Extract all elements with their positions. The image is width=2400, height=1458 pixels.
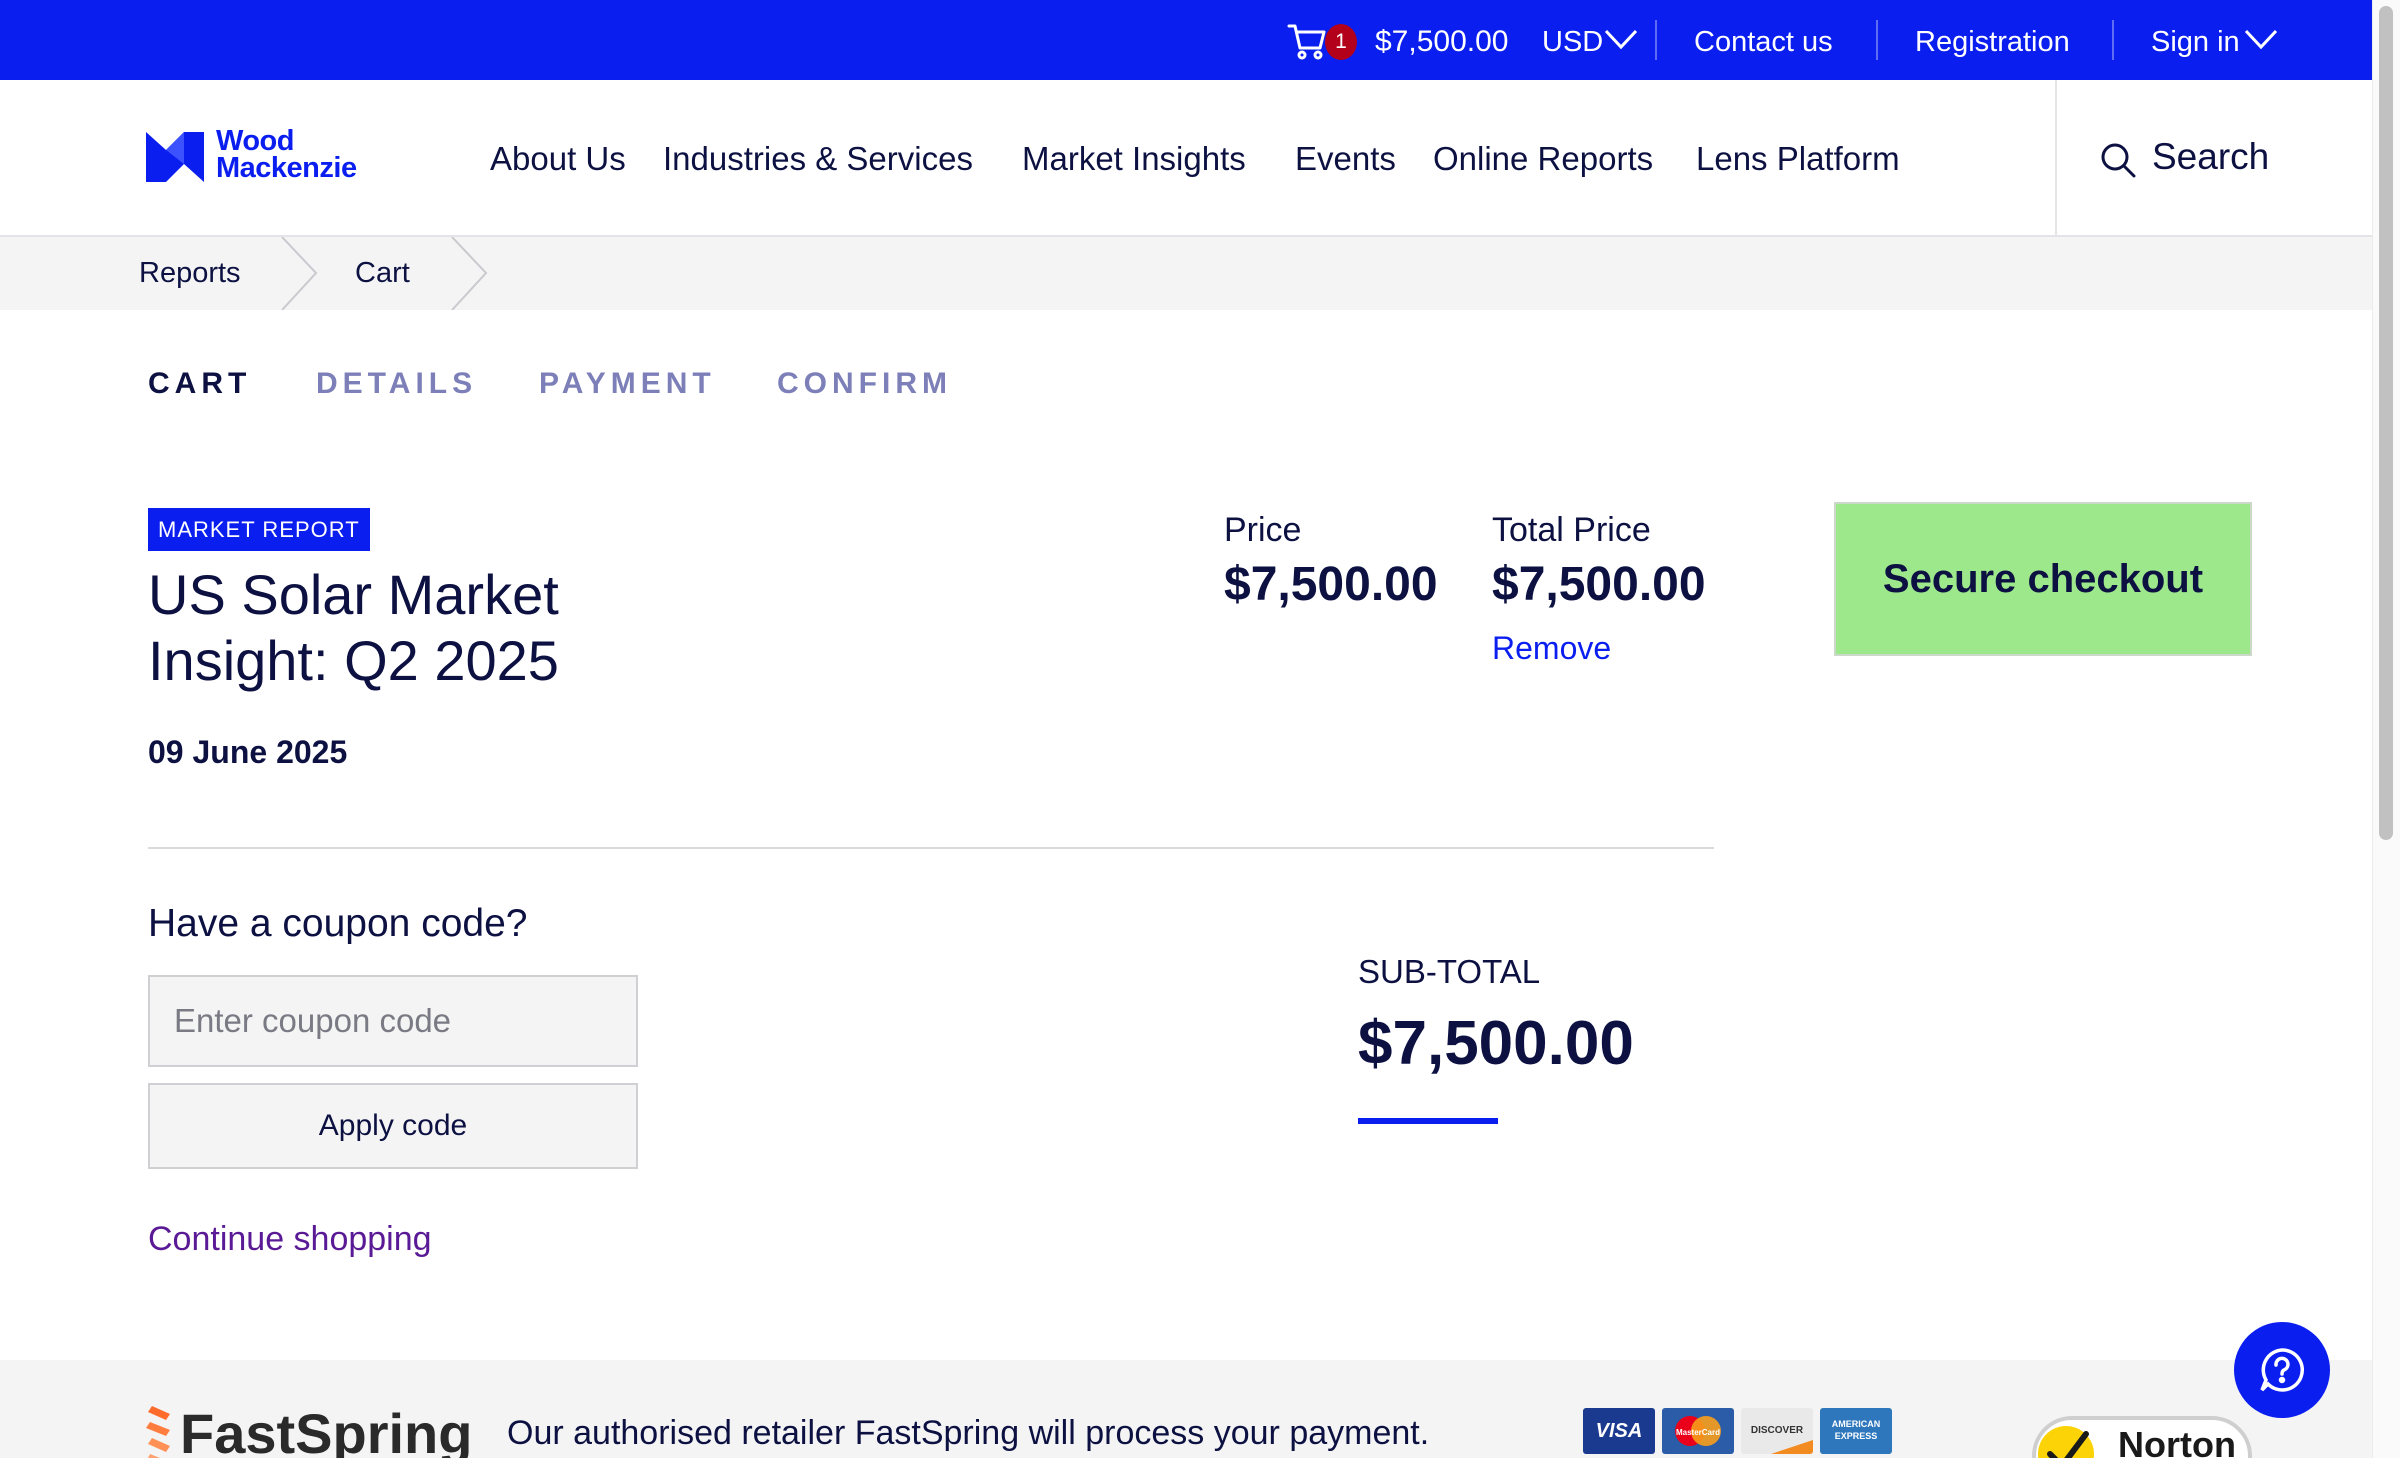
nav-market-insights[interactable]: Market Insights (1022, 138, 1246, 180)
wood-mackenzie-logo[interactable]: Wood Mackenzie (146, 125, 376, 190)
amex-card-icon: AMERICAN EXPRESS (1820, 1408, 1892, 1454)
price-label: Price (1224, 511, 1302, 549)
breadcrumb-reports[interactable]: Reports (139, 255, 241, 291)
search-label: Search (2152, 136, 2270, 177)
divider (2112, 20, 2114, 60)
norton-security-badge: Norton (2032, 1408, 2252, 1458)
help-chat-icon (2260, 1348, 2305, 1392)
secure-checkout-button[interactable]: Secure checkout (1834, 502, 2252, 656)
breadcrumb: Reports Cart (0, 237, 2372, 310)
chevron-right-icon (281, 237, 318, 310)
price-value: $7,500.00 (1224, 558, 1438, 611)
chevron-down-icon[interactable] (2244, 28, 2278, 50)
subtotal-label: SUB-TOTAL (1358, 953, 1541, 990)
breadcrumb-cart: Cart (355, 257, 410, 289)
product-title[interactable]: US Solar Market Insight: Q2 2025 (148, 562, 708, 694)
main-header: Wood Mackenzie About Us Industries & Serv… (0, 80, 2372, 237)
apply-code-button[interactable]: Apply code (148, 1083, 638, 1169)
subtotal-underline (1358, 1118, 1498, 1124)
norton-wordmark: Norton (2118, 1424, 2236, 1458)
nav-events[interactable]: Events (1295, 138, 1396, 180)
top-utility-bar: 1 $7,500.00 USD Contact us Registration … (0, 0, 2372, 80)
scrollbar-thumb[interactable] (2379, 6, 2393, 840)
registration-link[interactable]: Registration (1915, 24, 2070, 60)
step-cart: CART (148, 367, 252, 400)
logo-wordmark: Wood Mackenzie (216, 125, 357, 184)
coupon-heading: Have a coupon code? (148, 902, 528, 945)
divider (1876, 20, 1878, 60)
chevron-down-icon[interactable] (1604, 28, 1638, 50)
shopping-cart-icon[interactable] (1287, 18, 1327, 62)
contact-us-link[interactable]: Contact us (1694, 24, 1833, 60)
cart-total[interactable]: $7,500.00 (1375, 24, 1508, 60)
chevron-right-icon (451, 237, 488, 310)
coupon-code-input[interactable] (148, 975, 638, 1067)
continue-shopping-link[interactable]: Continue shopping (148, 1218, 432, 1260)
step-details: DETAILS (316, 367, 478, 400)
step-confirm: CONFIRM (777, 367, 952, 400)
search-icon (2101, 143, 2136, 178)
help-chat-button[interactable] (2234, 1322, 2330, 1418)
wood-mackenzie-logo-mark-icon (146, 132, 204, 182)
currency-selector[interactable]: USD (1542, 24, 1603, 60)
fastspring-wordmark: FastSpring (180, 1402, 473, 1458)
divider (148, 847, 1714, 849)
mastercard-icon: MasterCard (1662, 1408, 1734, 1454)
step-payment: PAYMENT (539, 367, 716, 400)
nav-lens-platform[interactable]: Lens Platform (1696, 138, 1900, 180)
remove-item-link[interactable]: Remove (1492, 628, 1611, 668)
fastspring-logo-mark-icon (146, 1406, 170, 1458)
discover-card-icon: DISCOVER (1741, 1408, 1813, 1454)
page-scrollbar[interactable] (2372, 0, 2400, 1458)
nav-online-reports[interactable]: Online Reports (1433, 138, 1653, 180)
divider (1655, 20, 1657, 60)
sign-in-link[interactable]: Sign in (2151, 24, 2240, 60)
cart-count-badge: 1 (1325, 24, 1357, 60)
subtotal-value: $7,500.00 (1358, 1009, 1634, 1078)
product-date: 09 June 2025 (148, 734, 348, 770)
nav-about-us[interactable]: About Us (490, 138, 626, 180)
total-price-value: $7,500.00 (1492, 558, 1706, 611)
total-price-label: Total Price (1492, 511, 1651, 549)
payment-footer: FastSpring Our authorised retailer FastS… (0, 1360, 2372, 1458)
product-type-badge: MARKET REPORT (148, 508, 370, 551)
fastspring-logo: FastSpring (146, 1402, 476, 1458)
divider (2055, 80, 2057, 237)
visa-card-icon: VISA (1583, 1408, 1655, 1454)
nav-industries-services[interactable]: Industries & Services (663, 138, 973, 180)
norton-check-icon (2038, 1426, 2094, 1458)
retailer-notice: Our authorised retailer FastSpring will … (507, 1414, 1430, 1452)
